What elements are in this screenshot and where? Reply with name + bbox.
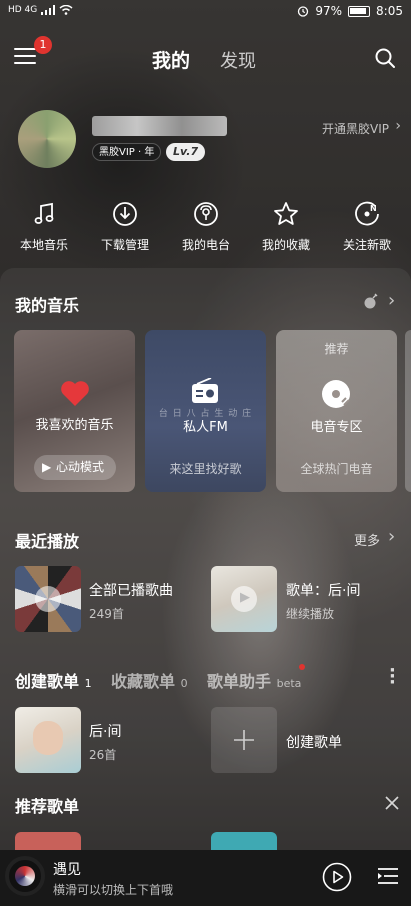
- card-subtitle: 全球热门电音: [300, 462, 373, 476]
- playlist-title[interactable]: 后·间: [89, 721, 121, 741]
- plus-icon: [234, 730, 254, 750]
- tab-collected-playlists[interactable]: 收藏歌单 0: [111, 668, 188, 692]
- playlist-sub: 26首: [89, 748, 117, 762]
- play-button-icon[interactable]: [322, 862, 352, 892]
- card-peek: [405, 330, 411, 492]
- section-my-music: 我的音乐: [15, 296, 80, 315]
- menu-icon[interactable]: [14, 48, 36, 66]
- recent-all-thumb[interactable]: [15, 566, 81, 632]
- play-icon: ▶: [42, 460, 52, 474]
- battery-icon: [348, 5, 371, 17]
- recent-playlist-thumb[interactable]: ▶: [211, 566, 277, 632]
- chevron-right-icon: ›: [388, 526, 396, 547]
- more-vertical-icon[interactable]: · · ·: [389, 662, 396, 692]
- avatar[interactable]: [18, 110, 76, 168]
- tab-playlist-helper[interactable]: 歌单助手 beta: [207, 668, 301, 692]
- close-icon[interactable]: [384, 795, 400, 811]
- disc-icon: [322, 380, 350, 408]
- level-badge[interactable]: Lv.7: [166, 143, 206, 161]
- card-electronic[interactable]: 推荐 电音专区 全球热门电音: [276, 330, 397, 492]
- status-bar: HD 4G 97% 8:05: [0, 0, 411, 26]
- alarm-icon: [298, 6, 309, 17]
- new-song-icon: N: [355, 201, 379, 226]
- recommend-thumb[interactable]: [211, 832, 277, 850]
- radio-fm-icon: [192, 378, 218, 403]
- card-title: 私人FM: [183, 420, 228, 435]
- vip-badge[interactable]: 黑胶VIP · 年: [92, 143, 162, 161]
- clock: 8:05: [376, 4, 403, 18]
- card-tag: 推荐: [324, 342, 349, 356]
- tab-count: 0: [180, 677, 188, 690]
- top-nav: 1 我的 发现: [0, 36, 411, 80]
- create-playlist-label[interactable]: 创建歌单: [286, 732, 342, 752]
- card-personal-fm[interactable]: 台 日 八 占 生 动 庄 私人FM 来这里找好歌: [145, 330, 266, 492]
- quick-nav: 本地音乐 下载管理 我的电台 我的收藏 N 关注新歌: [0, 200, 411, 260]
- quick-label: 我的收藏: [261, 238, 310, 252]
- username-blurred[interactable]: [92, 116, 227, 136]
- music-note-icon: [34, 202, 54, 224]
- album-disc[interactable]: [5, 856, 45, 896]
- play-icon: ▶: [240, 590, 250, 605]
- heartbeat-mode-label: 心动模式: [56, 460, 105, 474]
- quick-label: 下载管理: [100, 238, 149, 252]
- star-icon: [274, 202, 298, 225]
- recommend-thumb[interactable]: [15, 832, 81, 850]
- new-dot: [299, 664, 305, 670]
- signal-icon: [41, 5, 56, 15]
- tab-label: 收藏歌单: [111, 672, 176, 691]
- tab-count: 1: [84, 677, 92, 690]
- tab-label: 歌单助手: [207, 672, 272, 691]
- notification-badge: 1: [34, 36, 52, 54]
- svg-text:N: N: [370, 204, 377, 213]
- tab-mine[interactable]: 我的: [152, 46, 190, 73]
- chevron-right-icon: ›: [388, 290, 396, 311]
- heart-icon: [61, 381, 89, 406]
- heartbeat-mode-button[interactable]: ▶ 心动模式: [34, 455, 116, 480]
- player-song-title: 遇见: [53, 862, 81, 878]
- quick-favorites[interactable]: 我的收藏: [246, 200, 326, 253]
- radio-icon: [194, 202, 218, 226]
- playlist-thumb[interactable]: [15, 707, 81, 773]
- mini-player[interactable]: 遇见 横滑可以切换上下首哦: [0, 850, 411, 906]
- recent-item-title[interactable]: 歌单：后·间: [286, 580, 360, 600]
- tab-label: 创建歌单: [15, 672, 80, 691]
- card-subtitle: 来这里找好歌: [169, 462, 242, 476]
- tab-discover[interactable]: 发现: [220, 47, 256, 73]
- tab-beta-tag: beta: [276, 677, 302, 690]
- recent-item-title[interactable]: 全部已播歌曲: [89, 580, 173, 600]
- chevron-right-icon: ›: [395, 118, 401, 134]
- playlist-queue-icon[interactable]: [376, 865, 400, 889]
- recent-item-sub: 249首: [89, 607, 124, 621]
- quick-new-songs[interactable]: N 关注新歌: [327, 200, 407, 253]
- card-title: 电音专区: [310, 420, 363, 435]
- recent-item-sub: 继续播放: [286, 607, 335, 621]
- download-icon: [113, 202, 137, 226]
- wifi-icon: [59, 5, 73, 15]
- open-vip-link[interactable]: 开通黑胶VIP: [322, 120, 389, 137]
- player-hint: 横滑可以切换上下首哦: [53, 883, 174, 897]
- card-liked-music[interactable]: 我喜欢的音乐 ▶ 心动模式: [14, 330, 135, 492]
- quick-download[interactable]: 下载管理: [85, 200, 165, 253]
- tab-created-playlists[interactable]: 创建歌单 1: [15, 668, 92, 692]
- bomb-icon[interactable]: [362, 292, 380, 310]
- quick-label: 我的电台: [181, 238, 230, 252]
- quick-local-music[interactable]: 本地音乐: [4, 200, 84, 253]
- create-playlist-button[interactable]: [211, 707, 277, 773]
- network-indicator: HD 4G: [8, 5, 38, 15]
- quick-radio[interactable]: 我的电台: [166, 200, 246, 253]
- section-recent: 最近播放: [15, 532, 80, 551]
- battery-percent: 97%: [315, 4, 343, 18]
- recent-more-link[interactable]: 更多: [354, 530, 380, 549]
- quick-label: 本地音乐: [19, 238, 68, 252]
- card-title: 我喜欢的音乐: [35, 418, 114, 433]
- section-recommend: 推荐歌单: [15, 797, 80, 816]
- quick-label: 关注新歌: [342, 238, 391, 252]
- search-icon[interactable]: [373, 46, 397, 70]
